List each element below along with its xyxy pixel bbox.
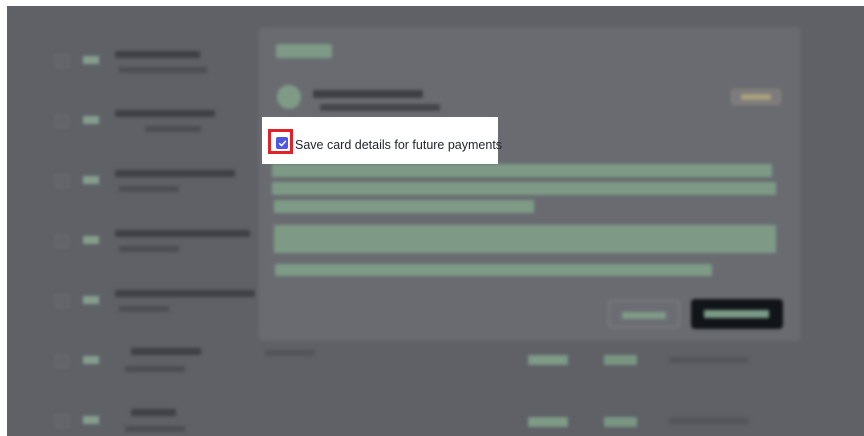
row-subtitle bbox=[125, 426, 185, 432]
row-title bbox=[115, 230, 250, 237]
list-item[interactable] bbox=[7, 396, 864, 436]
row-checkbox[interactable] bbox=[55, 174, 69, 188]
info-line bbox=[272, 182, 776, 195]
row-title bbox=[131, 409, 176, 416]
save-card-option[interactable]: Save card details for future payments bbox=[262, 117, 502, 164]
row-meta bbox=[265, 350, 315, 356]
dialog-title bbox=[276, 44, 332, 58]
row-subtitle bbox=[145, 126, 201, 132]
row-checkbox[interactable] bbox=[55, 114, 69, 128]
row-checkbox[interactable] bbox=[55, 294, 69, 308]
save-card-checkbox[interactable] bbox=[276, 137, 288, 149]
row-tag bbox=[83, 236, 99, 244]
row-tag bbox=[83, 356, 99, 364]
row-checkbox[interactable] bbox=[55, 354, 69, 368]
row-title bbox=[115, 51, 200, 58]
info-line bbox=[272, 164, 772, 177]
payment-dialog bbox=[258, 27, 801, 341]
row-tag bbox=[83, 416, 99, 424]
confirm-button[interactable] bbox=[691, 299, 783, 329]
row-title bbox=[115, 170, 235, 177]
row-title bbox=[131, 348, 201, 355]
row-status-pill bbox=[528, 355, 568, 365]
customer-name bbox=[313, 90, 423, 98]
row-meta bbox=[669, 418, 749, 424]
customer-detail bbox=[320, 104, 440, 111]
status-badge bbox=[731, 89, 781, 105]
info-line bbox=[275, 264, 712, 276]
row-tag bbox=[83, 296, 99, 304]
row-title bbox=[115, 290, 255, 297]
row-title bbox=[115, 110, 215, 117]
row-tag bbox=[83, 176, 99, 184]
row-subtitle bbox=[125, 366, 185, 372]
row-subtitle bbox=[119, 246, 179, 252]
row-subtitle bbox=[119, 186, 179, 192]
row-subtitle bbox=[119, 67, 207, 73]
app-window bbox=[7, 6, 864, 436]
row-status-pill bbox=[604, 417, 637, 427]
row-meta bbox=[669, 357, 749, 363]
cancel-button[interactable] bbox=[608, 300, 680, 328]
row-checkbox[interactable] bbox=[55, 54, 69, 68]
row-tag bbox=[83, 56, 99, 64]
save-card-label: Save card details for future payments bbox=[295, 138, 503, 152]
avatar bbox=[277, 85, 301, 109]
row-tag bbox=[83, 116, 99, 124]
row-checkbox[interactable] bbox=[55, 414, 69, 428]
row-status-pill bbox=[604, 355, 637, 365]
row-checkbox[interactable] bbox=[55, 234, 69, 248]
row-subtitle bbox=[119, 306, 169, 312]
checkmark-icon bbox=[278, 140, 286, 146]
row-status-pill bbox=[528, 417, 568, 427]
info-line bbox=[274, 200, 534, 213]
list-item[interactable] bbox=[7, 336, 864, 396]
card-input-area[interactable] bbox=[274, 225, 776, 253]
